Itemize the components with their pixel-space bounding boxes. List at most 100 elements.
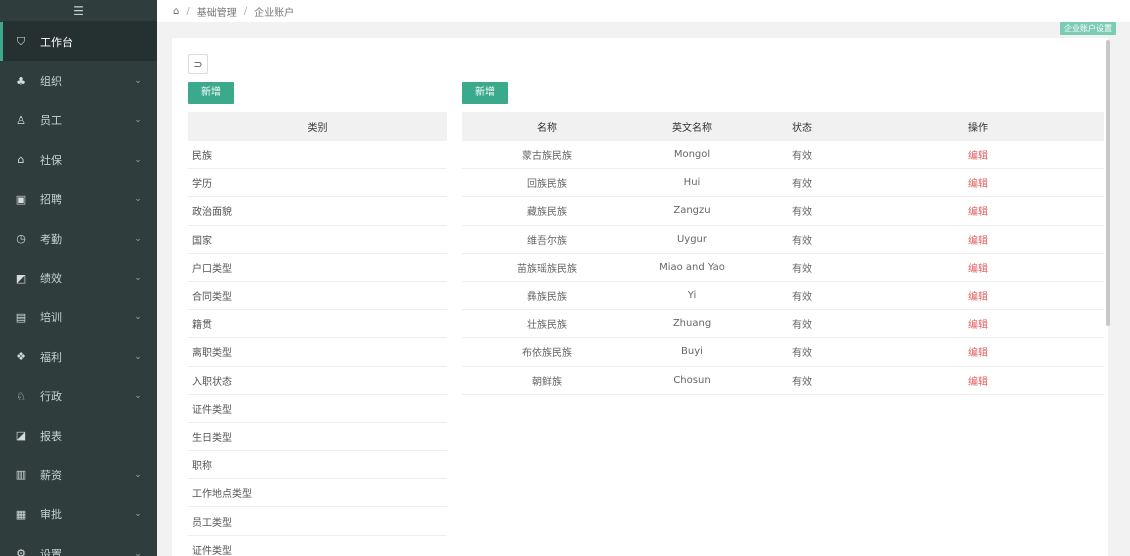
cell-status: 有效 [792, 263, 812, 275]
cell-status: 有效 [792, 235, 812, 247]
cell-english-name: Chosun [673, 374, 711, 386]
category-row[interactable]: 学历 [188, 169, 447, 198]
edit-link[interactable]: 编辑 [852, 232, 1104, 247]
cell-english-name: Zangzu [673, 205, 711, 217]
chevron-down-icon: ⌄ [134, 115, 142, 126]
breadcrumb-separator: / [243, 5, 248, 17]
sidebar-item[interactable]: ▥ 薪资 ⌄ [0, 455, 157, 494]
sidebar-item-label: 设置 [40, 547, 62, 556]
sidebar-item[interactable]: ◷ 考勤 ⌄ [0, 219, 157, 258]
edit-link[interactable]: 编辑 [852, 344, 1104, 359]
chart-icon: ◩ [15, 271, 27, 285]
edit-link[interactable]: 编辑 [852, 175, 1104, 190]
cell-name: 蒙古族民族 [522, 151, 572, 163]
gift-icon: ❖ [16, 350, 26, 364]
breadcrumb-separator: / [186, 5, 190, 17]
chevron-down-icon: ⌄ [134, 509, 142, 520]
org-icon: ♣ [16, 74, 26, 88]
admin-icon: ♘ [16, 389, 26, 403]
approve-icon: ▦ [15, 507, 27, 521]
sidebar: ☰ ⛉ 工作台 ♣ 组织 ⌄ ♙ 员工 ⌄ ⌂ 社保 ⌄ ▣ 招聘 ⌄ ◷ 考勤 ⌄ ◩ 绩效 ⌄ ▤ 培训 ⌄ ❖ 福利 ⌄ ♘ 行… [0, 0, 157, 556]
menu-icon[interactable]: ☰ [73, 4, 84, 18]
chevron-down-icon: ⌄ [134, 312, 142, 323]
cell-name: 布依族民族 [522, 348, 572, 360]
chevron-down-icon: ⌄ [134, 76, 142, 87]
breadcrumb-item-basic[interactable]: 基础管理 [197, 4, 237, 19]
category-row[interactable]: 国家 [188, 226, 447, 254]
cell-status: 有效 [792, 348, 812, 360]
column-english-name: 英文名称 [672, 123, 712, 134]
edit-link[interactable]: 编辑 [852, 316, 1104, 331]
add-category-button[interactable]: 新增 [188, 82, 234, 104]
sidebar-item[interactable]: ◪ 报表 [0, 416, 157, 455]
main-panel: ⊃ 新增 新增 类别 民族 学历 政治面貌 国家 户口类型 合同类型 籍贯 离职类型 入职状态证… [172, 38, 1108, 556]
table-row: 彝族民族 Yi 有效 编辑 [462, 282, 1104, 311]
back-button[interactable]: ⊃ [188, 54, 208, 74]
table-row: 回族民族 Hui 有效 编辑 [462, 169, 1104, 198]
chevron-down-icon: ⌄ [134, 273, 142, 284]
person-icon: ♙ [16, 113, 26, 127]
cell-english-name: Mongol [673, 149, 711, 161]
category-row[interactable]: 民族 [188, 141, 447, 170]
category-row[interactable]: 员工类型 [188, 507, 447, 536]
category-row[interactable]: 生日类型 [188, 423, 447, 452]
sidebar-item-label: 培训 [40, 311, 62, 325]
chevron-down-icon: ⌄ [134, 154, 142, 165]
category-row[interactable]: 工作地点类型 [188, 479, 447, 508]
sidebar-item[interactable]: ⛉ 工作台 [0, 22, 157, 62]
edit-link[interactable]: 编辑 [852, 288, 1104, 303]
table-row: 壮族民族 Zhuang 有效 编辑 [462, 310, 1104, 339]
table-row: 维吾尔族 Uygur 有效 编辑 [462, 226, 1104, 254]
edit-link[interactable]: 编辑 [852, 203, 1104, 218]
sidebar-item[interactable]: ❖ 福利 ⌄ [0, 337, 157, 376]
category-row[interactable]: 职称 [188, 451, 447, 480]
cell-english-name: Buyi [681, 346, 703, 358]
settings-badge[interactable]: 企业账户设置 [1060, 22, 1116, 35]
category-row[interactable]: 离职类型 [188, 338, 447, 367]
sidebar-item-label: 行政 [40, 390, 62, 404]
category-row[interactable]: 政治面貌 [188, 197, 447, 226]
cell-status: 有效 [792, 179, 812, 191]
cell-status: 有效 [792, 292, 812, 304]
edit-link[interactable]: 编辑 [852, 373, 1104, 388]
item-table-header: 名称 英文名称 状态 操作 [462, 112, 1104, 141]
column-status: 状态 [792, 123, 812, 134]
back-icon: ⊃ [193, 57, 203, 71]
chevron-down-icon: ⌄ [134, 233, 142, 244]
sidebar-item-label: 社保 [40, 153, 62, 167]
sidebar-item[interactable]: ♣ 组织 ⌄ [0, 61, 157, 100]
category-row[interactable]: 籍贯 [188, 310, 447, 339]
category-table: 类别 民族 学历 政治面貌 国家 户口类型 合同类型 籍贯 离职类型 入职状态 证件类型 生日类型职… [188, 112, 447, 556]
edit-link[interactable]: 编辑 [852, 260, 1104, 275]
sidebar-item-label: 员工 [40, 114, 62, 128]
add-item-button[interactable]: 新增 [462, 82, 508, 104]
cell-english-name: Hui [683, 177, 701, 189]
sidebar-item[interactable]: ▤ 培训 ⌄ [0, 298, 157, 337]
table-row: 蒙古族民族 Mongol 有效 编辑 [462, 141, 1104, 170]
edit-link[interactable]: 编辑 [852, 147, 1104, 162]
scrollbar[interactable] [1106, 40, 1110, 326]
sidebar-item-label: 薪资 [40, 468, 62, 482]
home-icon[interactable]: ⌂ [173, 6, 179, 17]
sidebar-item[interactable]: ⚙ 设置 ⌄ [0, 534, 157, 556]
sidebar-item[interactable]: ♙ 员工 ⌄ [0, 101, 157, 140]
sidebar-collapse-button[interactable]: ☰ [0, 0, 157, 22]
table-row: 布依族民族 Buyi 有效 编辑 [462, 338, 1104, 367]
sidebar-item[interactable]: ⌂ 社保 ⌄ [0, 140, 157, 179]
sidebar-item[interactable]: ▦ 审批 ⌄ [0, 495, 157, 534]
clock-icon: ◷ [16, 232, 26, 246]
report-icon: ◪ [15, 429, 27, 443]
category-row[interactable]: 证件类型 [188, 395, 447, 423]
category-row[interactable]: 入职状态 [188, 367, 447, 395]
cell-english-name: Yi [687, 290, 697, 302]
category-row[interactable]: 合同类型 [188, 282, 447, 311]
category-row[interactable]: 证件类型 [188, 536, 447, 556]
bar-chart-icon: ▥ [15, 468, 27, 482]
sidebar-item[interactable]: ◩ 绩效 ⌄ [0, 258, 157, 297]
sidebar-menu: ⛉ 工作台 ♣ 组织 ⌄ ♙ 员工 ⌄ ⌂ 社保 ⌄ ▣ 招聘 ⌄ ◷ 考勤 ⌄ ◩ 绩效 ⌄ ▤ 培训 ⌄ ❖ 福利 ⌄ ♘ 行政 ⌄… [0, 22, 157, 556]
category-row[interactable]: 户口类型 [188, 254, 447, 282]
column-name: 名称 [537, 123, 557, 134]
sidebar-item[interactable]: ♘ 行政 ⌄ [0, 377, 157, 416]
book-icon: ▤ [15, 310, 27, 324]
sidebar-item[interactable]: ▣ 招聘 ⌄ [0, 180, 157, 219]
